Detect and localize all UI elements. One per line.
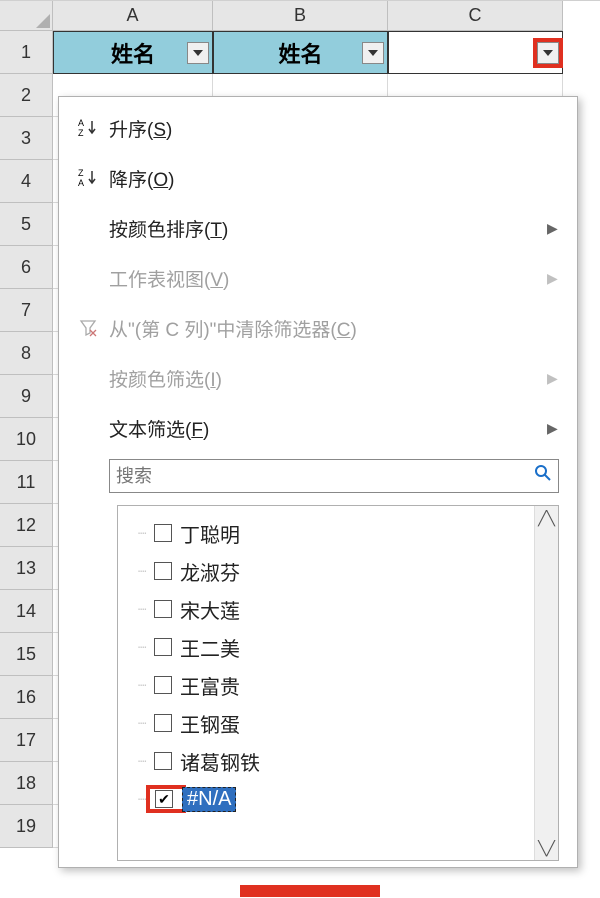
scroll-up-icon[interactable]: ╱╲ bbox=[535, 506, 558, 530]
menu-clear-filter: 从"(第 C 列)"中清除筛选器(C) bbox=[59, 303, 577, 353]
menu-sort-asc[interactable]: AZ 升序(S) bbox=[59, 103, 577, 153]
checkbox[interactable] bbox=[154, 524, 172, 542]
list-item[interactable]: ┈ 宋大莲 bbox=[138, 590, 534, 628]
svg-text:A: A bbox=[78, 118, 84, 128]
row-header-11[interactable]: 11 bbox=[0, 461, 53, 504]
cell-C1[interactable] bbox=[388, 31, 563, 74]
cell-B1[interactable]: 姓名 bbox=[213, 31, 388, 74]
list-item[interactable]: ┈ 诸葛钢铁 bbox=[138, 742, 534, 780]
menu-text-filter[interactable]: 文本筛选(F) ▶ bbox=[59, 403, 577, 453]
row-header-6[interactable]: 6 bbox=[0, 246, 53, 289]
row-header-3[interactable]: 3 bbox=[0, 117, 53, 160]
highlight-bar bbox=[240, 885, 380, 897]
scroll-down-icon[interactable]: ╲╱ bbox=[535, 836, 558, 860]
item-label: 龙淑芬 bbox=[180, 557, 240, 586]
filter-menu: AZ 升序(S) ZA 降序(O) 按颜色排序(T) ▶ 工作表视图(V) ▶ … bbox=[58, 96, 578, 868]
list-item[interactable]: ┈ 王钢蛋 bbox=[138, 704, 534, 742]
menu-sort-color-label: 按颜色排序(T) bbox=[109, 215, 547, 242]
cell-A1[interactable]: 姓名 bbox=[53, 31, 213, 74]
filter-button-B[interactable] bbox=[362, 42, 384, 64]
menu-text-filter-label: 文本筛选(F) bbox=[109, 415, 547, 442]
filter-button-C[interactable] bbox=[537, 42, 559, 64]
row-header-10[interactable]: 10 bbox=[0, 418, 53, 461]
search-input-wrap[interactable] bbox=[109, 459, 559, 493]
checkbox[interactable] bbox=[154, 752, 172, 770]
row-header-9[interactable]: 9 bbox=[0, 375, 53, 418]
row-header-17[interactable]: 17 bbox=[0, 719, 53, 762]
row-header-16[interactable]: 16 bbox=[0, 676, 53, 719]
select-all-corner[interactable] bbox=[0, 1, 53, 31]
list-item[interactable]: ┈ #N/A bbox=[138, 780, 534, 818]
item-label-na: #N/A bbox=[182, 787, 236, 812]
submenu-arrow-icon: ▶ bbox=[547, 270, 567, 287]
checkbox[interactable] bbox=[154, 714, 172, 732]
menu-sort-color[interactable]: 按颜色排序(T) ▶ bbox=[59, 203, 577, 253]
tree-connector: ┈ bbox=[138, 791, 150, 808]
list-item[interactable]: ┈ 龙淑芬 bbox=[138, 552, 534, 590]
item-label: 丁聪明 bbox=[180, 519, 240, 548]
tree-connector: ┈ bbox=[138, 753, 150, 770]
row-header-19[interactable]: 19 bbox=[0, 805, 53, 848]
row-header-2[interactable]: 2 bbox=[0, 74, 53, 117]
menu-filter-color: 按颜色筛选(I) ▶ bbox=[59, 353, 577, 403]
item-label: 宋大莲 bbox=[180, 595, 240, 624]
sort-asc-icon: AZ bbox=[69, 117, 109, 139]
submenu-arrow-icon: ▶ bbox=[547, 220, 567, 237]
menu-sheet-view-label: 工作表视图(V) bbox=[109, 265, 547, 292]
row-header-1[interactable]: 1 bbox=[0, 31, 53, 74]
row-header-4[interactable]: 4 bbox=[0, 160, 53, 203]
scrollbar[interactable]: ╱╲ ╲╱ bbox=[534, 506, 558, 860]
list-item[interactable]: ┈ 王二美 bbox=[138, 628, 534, 666]
tree-connector: ┈ bbox=[138, 677, 150, 694]
item-label: 王二美 bbox=[180, 633, 240, 662]
tree-connector: ┈ bbox=[138, 639, 150, 656]
filter-button-A[interactable] bbox=[187, 42, 209, 64]
search-input[interactable] bbox=[116, 466, 530, 487]
submenu-arrow-icon: ▶ bbox=[547, 370, 567, 387]
menu-sort-desc[interactable]: ZA 降序(O) bbox=[59, 153, 577, 203]
col-header-C[interactable]: C bbox=[388, 1, 563, 31]
item-label: 王富贵 bbox=[180, 671, 240, 700]
search-icon[interactable] bbox=[530, 464, 552, 488]
item-label: 诸葛钢铁 bbox=[180, 747, 260, 776]
col-header-A[interactable]: A bbox=[53, 1, 213, 31]
tree-connector: ┈ bbox=[138, 601, 150, 618]
menu-clear-filter-label: 从"(第 C 列)"中清除筛选器(C) bbox=[109, 315, 567, 342]
row-header-13[interactable]: 13 bbox=[0, 547, 53, 590]
clear-filter-icon bbox=[69, 317, 109, 339]
menu-sheet-view: 工作表视图(V) ▶ bbox=[59, 253, 577, 303]
row-header-7[interactable]: 7 bbox=[0, 289, 53, 332]
col-header-B[interactable]: B bbox=[213, 1, 388, 31]
menu-sort-asc-label: 升序(S) bbox=[109, 115, 567, 142]
tree-connector: ┈ bbox=[138, 715, 150, 732]
cell-B1-text: 姓名 bbox=[278, 37, 322, 69]
row-header-8[interactable]: 8 bbox=[0, 332, 53, 375]
checkbox[interactable] bbox=[154, 638, 172, 656]
list-item[interactable]: ┈ 丁聪明 bbox=[138, 514, 534, 552]
svg-text:Z: Z bbox=[78, 168, 84, 178]
checkbox[interactable] bbox=[155, 790, 173, 808]
svg-text:Z: Z bbox=[78, 128, 84, 138]
sort-desc-icon: ZA bbox=[69, 167, 109, 189]
submenu-arrow-icon: ▶ bbox=[547, 420, 567, 437]
checkbox[interactable] bbox=[154, 600, 172, 618]
menu-filter-color-label: 按颜色筛选(I) bbox=[109, 365, 547, 392]
list-item[interactable]: ┈ 王富贵 bbox=[138, 666, 534, 704]
row-header-14[interactable]: 14 bbox=[0, 590, 53, 633]
tree-connector: ┈ bbox=[138, 525, 150, 542]
row-header-5[interactable]: 5 bbox=[0, 203, 53, 246]
menu-sort-desc-label: 降序(O) bbox=[109, 165, 567, 192]
row-header-18[interactable]: 18 bbox=[0, 762, 53, 805]
filter-values-list: ┈ 丁聪明 ┈ 龙淑芬 ┈ 宋大莲 ┈ 王二美 ┈ 王富贵 ┈ 王钢蛋 ┈ 诸葛钢铁 ┈ #N/A ╱╲ ╲╱ bbox=[117, 505, 559, 861]
svg-text:A: A bbox=[78, 178, 84, 188]
tree-connector: ┈ bbox=[138, 563, 150, 580]
checkbox[interactable] bbox=[154, 562, 172, 580]
item-label: 王钢蛋 bbox=[180, 709, 240, 738]
cell-A1-text: 姓名 bbox=[111, 37, 155, 69]
checkbox[interactable] bbox=[154, 676, 172, 694]
row-header-12[interactable]: 12 bbox=[0, 504, 53, 547]
row-header-15[interactable]: 15 bbox=[0, 633, 53, 676]
